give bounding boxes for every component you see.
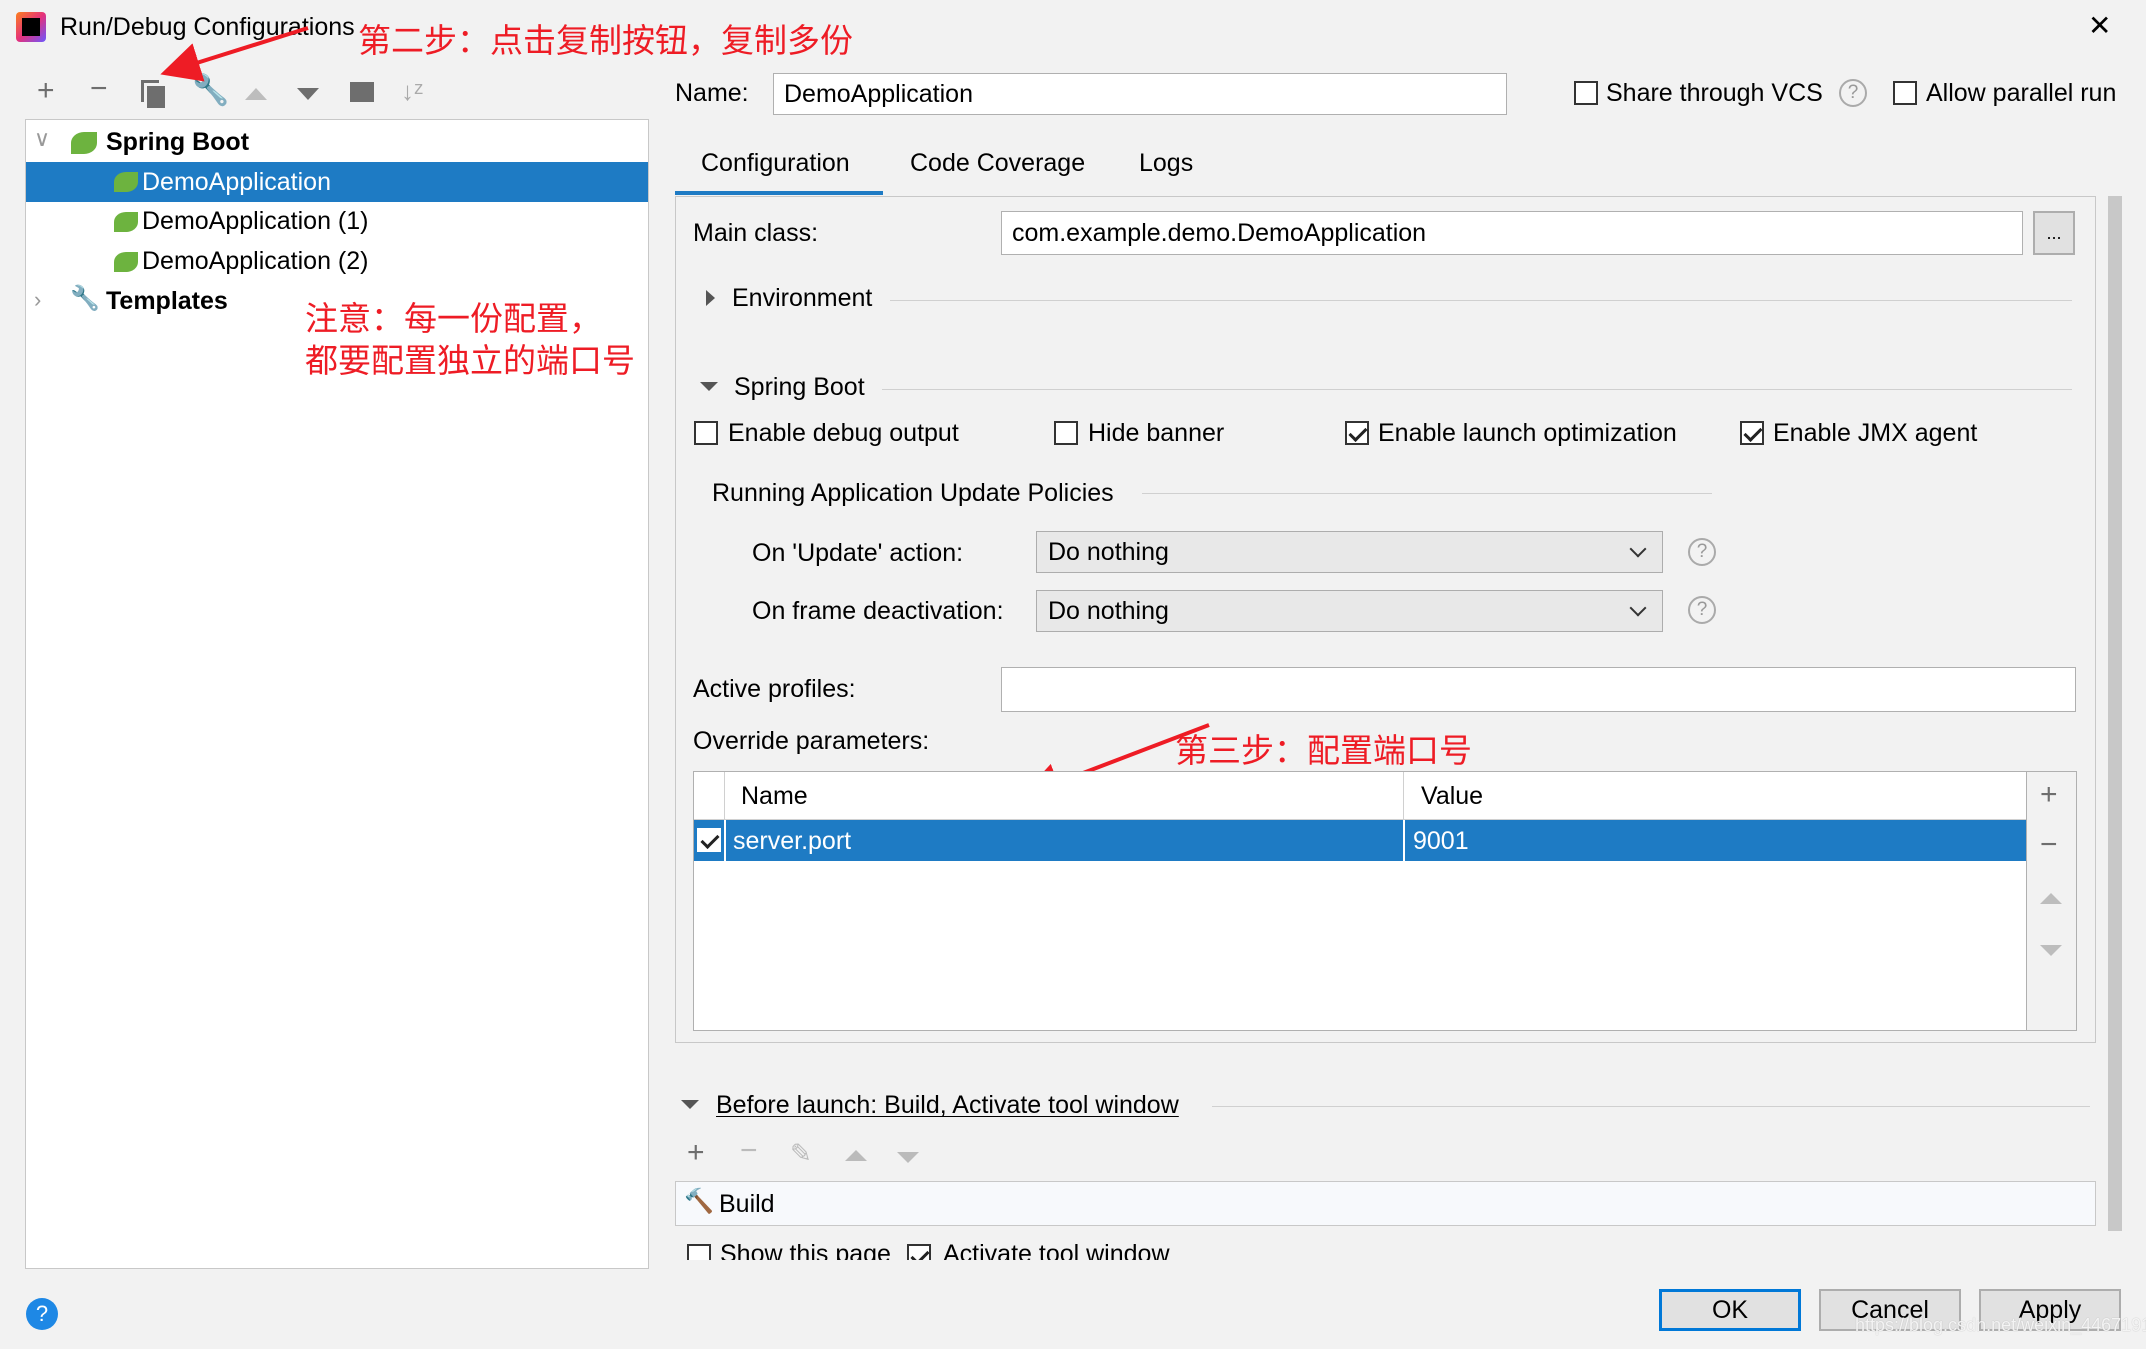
- edit-task-icon[interactable]: ✎: [790, 1140, 812, 1166]
- active-profiles-label: Active profiles:: [693, 675, 856, 703]
- add-task-icon[interactable]: +: [687, 1138, 705, 1168]
- tree-item[interactable]: DemoApplication (2): [142, 249, 369, 274]
- wrench-icon: 🔧: [70, 285, 100, 312]
- scrollbar[interactable]: [2108, 196, 2122, 1231]
- update-action-value: Do nothing: [1048, 537, 1169, 566]
- help-button[interactable]: ?: [26, 1298, 58, 1330]
- update-action-dropdown[interactable]: Do nothing: [1036, 531, 1663, 573]
- hammer-icon: 🔨: [684, 1188, 714, 1215]
- row-name[interactable]: server.port: [733, 829, 851, 854]
- enable-jmx-agent-checkbox[interactable]: [1740, 421, 1764, 445]
- activate-tool-window-checkbox[interactable]: [907, 1244, 931, 1260]
- row-value[interactable]: 9001: [1413, 829, 1469, 854]
- spring-boot-icon: [71, 132, 97, 154]
- main-class-input[interactable]: com.example.demo.DemoApplication: [1001, 211, 2023, 255]
- tree-group-spring-boot[interactable]: Spring Boot: [106, 130, 249, 155]
- collapse-triangle-icon[interactable]: [700, 382, 718, 391]
- override-parameters-table[interactable]: Name Value server.port 9001: [693, 771, 2027, 1031]
- show-page-checkbox[interactable]: [687, 1244, 711, 1260]
- help-icon[interactable]: ?: [1839, 79, 1867, 107]
- expand-triangle-icon[interactable]: [706, 290, 715, 306]
- tab-code-coverage[interactable]: Code Coverage: [910, 151, 1085, 176]
- expand-chevron-icon[interactable]: ›: [34, 289, 41, 311]
- collapse-triangle-icon[interactable]: [681, 1100, 699, 1109]
- column-header-name[interactable]: Name: [741, 784, 808, 809]
- annotation-note-1: 注意：每一份配置，: [305, 300, 602, 337]
- enable-debug-output-checkbox[interactable]: [694, 421, 718, 445]
- hide-banner-checkbox[interactable]: [1054, 421, 1078, 445]
- move-row-down-icon[interactable]: [2040, 945, 2062, 956]
- name-label: Name:: [675, 79, 749, 107]
- tree-group-templates[interactable]: Templates: [106, 289, 228, 314]
- column-header-value[interactable]: Value: [1421, 784, 1483, 809]
- policies-title: Running Application Update Policies: [712, 479, 1114, 507]
- build-task[interactable]: Build: [719, 1192, 775, 1217]
- enable-launch-optimization-label: Enable launch optimization: [1378, 419, 1677, 447]
- add-row-icon[interactable]: +: [2040, 780, 2058, 810]
- spring-boot-section[interactable]: Spring Boot: [734, 375, 865, 400]
- tree-item[interactable]: DemoApplication: [142, 170, 331, 195]
- name-input[interactable]: DemoApplication: [773, 73, 1507, 115]
- hide-banner-label: Hide banner: [1088, 419, 1225, 447]
- expand-chevron-icon[interactable]: ∨: [34, 128, 50, 150]
- allow-parallel-checkbox[interactable]: [1893, 81, 1917, 105]
- before-launch-list[interactable]: 🔨 Build: [675, 1181, 2096, 1226]
- spring-boot-app-icon: [114, 212, 138, 232]
- activate-tool-window-label: Activate tool window: [943, 1240, 1170, 1261]
- help-icon[interactable]: ?: [1688, 596, 1716, 624]
- spring-boot-app-icon: [114, 172, 138, 192]
- main-class-value: com.example.demo.DemoApplication: [1012, 218, 1427, 247]
- before-launch-title[interactable]: Before launch: Build, Activate tool wind…: [716, 1093, 1179, 1118]
- help-icon[interactable]: ?: [1688, 538, 1716, 566]
- active-profiles-input[interactable]: [1001, 667, 2076, 712]
- tab-configuration[interactable]: Configuration: [701, 151, 850, 176]
- update-action-label: On 'Update' action:: [752, 539, 964, 567]
- remove-task-icon[interactable]: −: [740, 1136, 758, 1166]
- row-enabled-checkbox[interactable]: [697, 828, 721, 852]
- tab-logs[interactable]: Logs: [1139, 151, 1193, 176]
- allow-parallel-label: Allow parallel run: [1926, 79, 2117, 107]
- active-tab-indicator: [675, 191, 883, 195]
- ok-button[interactable]: OK: [1659, 1289, 1801, 1331]
- move-task-up-icon[interactable]: [845, 1150, 867, 1161]
- main-class-label: Main class:: [693, 219, 819, 247]
- annotation-step3: 第三步：配置端口号: [1175, 732, 1472, 769]
- enable-jmx-agent-label: Enable JMX agent: [1773, 419, 1978, 447]
- name-value: DemoApplication: [784, 79, 973, 108]
- table-row[interactable]: [694, 820, 2026, 861]
- show-page-label: Show this page: [720, 1240, 891, 1261]
- move-row-up-icon[interactable]: [2040, 893, 2062, 904]
- chevron-down-icon: [1629, 540, 1647, 558]
- frame-deactivation-value: Do nothing: [1048, 596, 1169, 625]
- enable-launch-optimization-checkbox[interactable]: [1345, 421, 1369, 445]
- watermark: https://blog.csdn.net/weixin_44671911: [1855, 1315, 2146, 1335]
- share-vcs-checkbox[interactable]: [1574, 81, 1598, 105]
- browse-button[interactable]: ...: [2033, 211, 2075, 255]
- annotation-note-2: 都要配置独立的端口号: [305, 342, 635, 379]
- tree-item[interactable]: DemoApplication (1): [142, 209, 369, 234]
- frame-deactivation-dropdown[interactable]: Do nothing: [1036, 590, 1663, 632]
- share-vcs-label: Share through VCS: [1606, 79, 1823, 107]
- spring-boot-app-icon: [114, 252, 138, 272]
- config-tree[interactable]: ∨ Spring Boot DemoApplication DemoApplic…: [25, 119, 649, 1269]
- enable-debug-output-label: Enable debug output: [728, 419, 959, 447]
- remove-row-icon[interactable]: −: [2040, 830, 2058, 860]
- chevron-down-icon: [1629, 599, 1647, 617]
- environment-section[interactable]: Environment: [732, 286, 872, 311]
- frame-deactivation-label: On frame deactivation:: [752, 597, 1004, 625]
- move-task-down-icon[interactable]: [897, 1152, 919, 1163]
- override-parameters-label: Override parameters:: [693, 727, 930, 755]
